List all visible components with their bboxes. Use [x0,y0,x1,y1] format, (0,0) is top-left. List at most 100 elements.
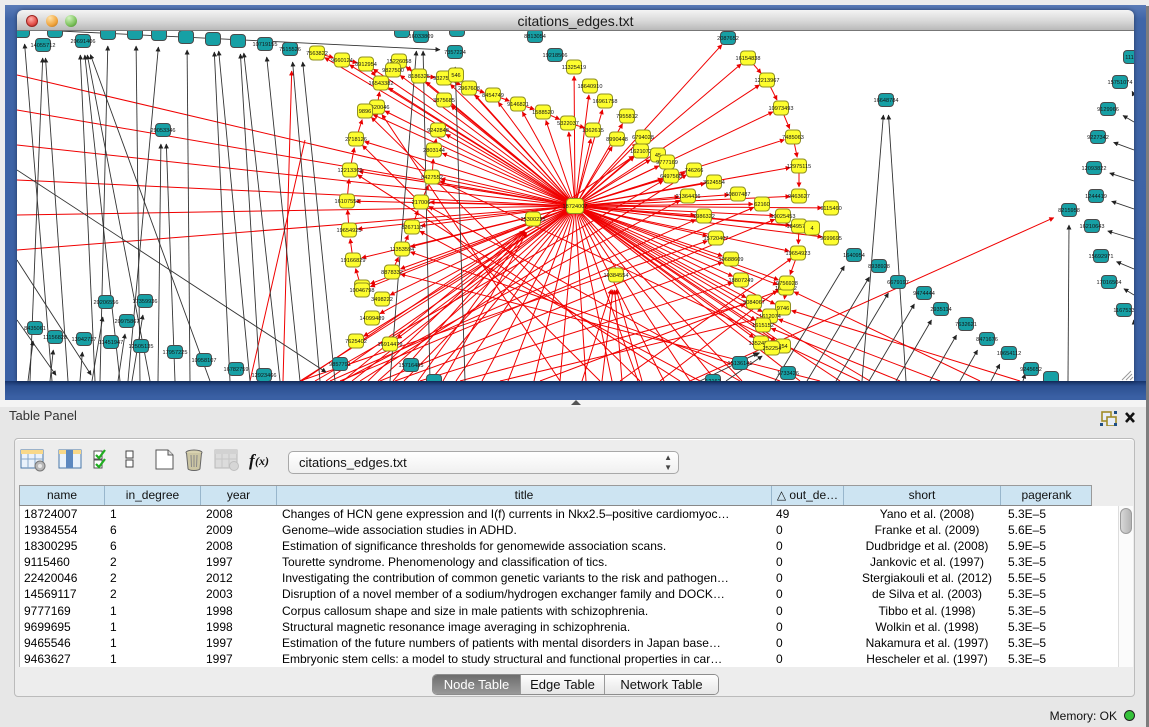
svg-text:8990448: 8990448 [606,137,628,143]
svg-text:14099489: 14099489 [360,316,385,322]
svg-text:10654112: 10654112 [997,351,1021,357]
svg-text:16914479: 16914479 [378,342,403,348]
svg-text:3875685: 3875685 [433,98,455,104]
svg-text:19218506: 19218506 [543,53,568,59]
svg-text:11451947: 11451947 [99,340,123,346]
svg-text:8454749: 8454749 [482,93,504,99]
svg-text:8186325: 8186325 [408,74,430,80]
svg-text:2087652: 2087652 [717,36,739,42]
svg-text:746266: 746266 [685,168,704,174]
svg-text:8427552: 8427552 [421,175,443,181]
svg-text:7632621: 7632621 [955,322,977,328]
svg-text:19166829: 19166829 [341,258,366,264]
svg-text:217006: 217006 [412,200,431,206]
svg-text:12505135: 12505135 [129,344,154,350]
svg-text:3624554: 3624554 [703,180,725,186]
svg-text:8435061: 8435061 [24,326,46,332]
svg-text:29053346: 29053346 [151,128,176,134]
svg-text:1112: 1112 [1125,55,1134,61]
svg-text:15136141: 15136141 [728,361,753,367]
svg-text:15692971: 15692971 [1089,254,1114,260]
svg-text:8267110: 8267110 [401,225,422,231]
svg-text:546: 546 [451,73,460,79]
svg-text:8813054: 8813054 [524,34,546,40]
svg-text:9245652: 9245652 [1020,367,1042,373]
svg-text:17957225: 17957225 [163,350,188,356]
svg-text:19654923: 19654923 [786,251,811,257]
svg-text:7986322: 7986322 [693,214,715,220]
svg-text:15720407: 15720407 [704,236,729,242]
svg-text:10025453: 10025453 [771,214,796,220]
svg-text:1621072: 1621072 [630,149,652,155]
svg-text:1640954: 1640954 [843,253,865,259]
svg-text:9660124: 9660124 [331,58,353,64]
svg-text:8215958: 8215958 [1058,208,1080,214]
svg-text:9129966: 9129966 [1097,107,1119,113]
svg-text:12213369: 12213369 [338,168,363,174]
svg-text:16782759: 16782759 [224,367,249,373]
svg-text:12093822: 12093822 [1082,166,1107,172]
svg-text:2935114: 2935114 [930,307,951,313]
svg-text:1167533: 1167533 [1113,308,1134,314]
svg-text:1733426: 1733426 [777,371,799,377]
svg-text:12975115: 12975115 [787,164,811,170]
svg-text:6679197: 6679197 [887,280,909,286]
svg-text:9699695: 9699695 [820,236,842,242]
svg-text:7357224: 7357224 [444,50,466,56]
svg-text:7485063: 7485063 [782,135,804,141]
svg-text:8912954: 8912954 [355,62,377,68]
svg-text:14055712: 14055712 [31,43,56,49]
svg-text:7515526: 7515526 [279,47,301,53]
svg-text:11325419: 11325419 [562,65,586,71]
svg-text:9777169: 9777169 [656,160,678,166]
svg-text:9896: 9896 [359,109,371,115]
svg-text:10688609: 10688609 [719,257,744,263]
svg-text:9146821: 9146821 [507,102,529,108]
svg-text:62160: 62160 [754,202,770,208]
svg-text:1362615: 1362615 [582,128,604,134]
svg-text:15716485: 15716485 [399,363,424,369]
svg-text:16648784: 16648784 [874,98,899,104]
svg-text:12213967: 12213967 [755,78,780,84]
svg-text:3498222: 3498222 [371,297,393,303]
svg-text:4: 4 [810,226,813,232]
svg-text:9227342: 9227342 [1087,135,1109,141]
svg-text:1588520: 1588520 [532,110,554,116]
svg-text:8938928: 8938928 [868,264,890,270]
svg-text:19384554: 19384554 [604,273,629,279]
svg-text:25300235: 25300235 [521,217,546,223]
svg-text:13942737: 13942737 [72,337,97,343]
svg-text:9084067: 9084067 [743,300,765,306]
svg-text:2718126: 2718126 [345,137,367,143]
svg-text:6794028: 6794028 [632,135,654,141]
svg-text:9857791: 9857791 [329,362,351,368]
svg-text:19654925: 19654925 [337,228,362,234]
svg-text:16033809: 16033809 [409,34,434,40]
svg-text:6497568: 6497568 [660,174,682,180]
svg-text:10719155: 10719155 [253,42,278,48]
svg-text:9756928: 9756928 [776,281,798,287]
svg-text:18640910: 18640910 [578,84,603,90]
svg-text:15751074: 15751074 [1108,80,1133,86]
svg-text:1244419: 1244419 [1085,194,1107,200]
svg-text:2803144: 2803144 [423,148,445,154]
svg-text:10958107: 10958107 [192,358,217,364]
svg-text:12923466: 12923466 [252,373,277,379]
svg-text:16154838: 16154838 [736,56,761,62]
svg-text:16107552: 16107552 [335,199,360,205]
svg-text:18807249: 18807249 [729,278,754,284]
svg-text:20206556: 20206556 [94,300,119,306]
svg-text:9463627: 9463627 [788,194,810,200]
svg-text:18724007: 18724007 [563,204,588,210]
svg-text:20691406: 20691406 [71,39,96,45]
svg-text:7563822: 7563822 [306,51,328,57]
svg-text:7625402: 7625402 [345,339,367,345]
svg-text:12162: 12162 [705,379,721,381]
svg-text:5322037: 5322037 [557,121,579,127]
svg-text:9746: 9746 [777,306,789,312]
svg-text:9474444: 9474444 [913,291,935,297]
svg-text:17016504: 17016504 [1097,280,1122,286]
svg-text:16543382: 16543382 [369,81,394,87]
svg-text:(x): (x) [255,454,269,468]
svg-text:11353594: 11353594 [390,247,414,253]
